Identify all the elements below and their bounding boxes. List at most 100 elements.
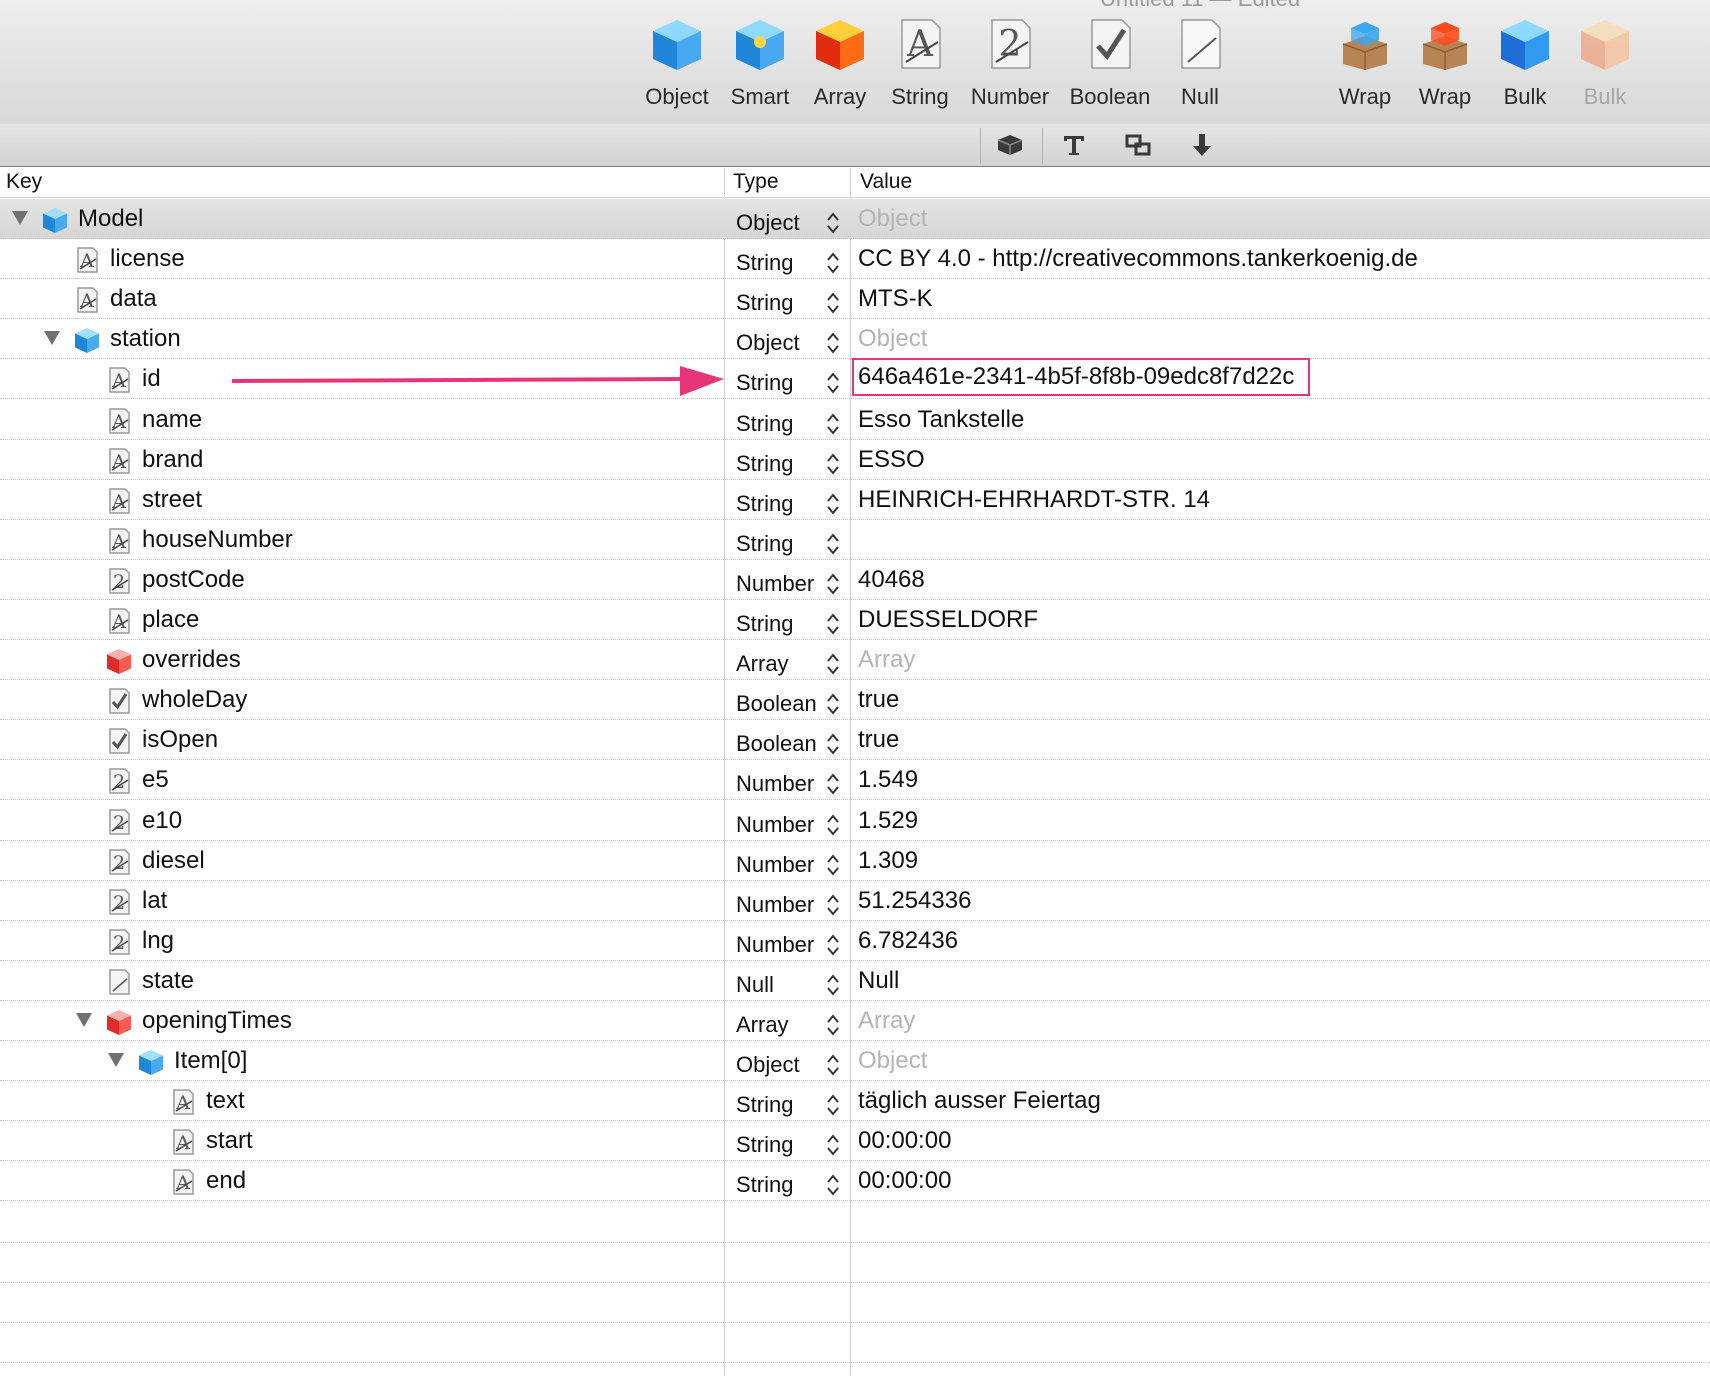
link-boxes-icon[interactable] bbox=[1106, 124, 1170, 166]
outline-row[interactable]: wholeDay Boolean true bbox=[0, 680, 1710, 720]
row-type-popup[interactable]: Number bbox=[736, 564, 814, 604]
popup-chevron-icon[interactable] bbox=[826, 330, 840, 356]
row-key[interactable]: lat bbox=[142, 881, 167, 921]
popup-chevron-icon[interactable] bbox=[826, 370, 840, 396]
outline-row[interactable]: Item[0] Object Object bbox=[0, 1041, 1710, 1081]
popup-chevron-icon[interactable] bbox=[826, 611, 840, 637]
row-value[interactable]: täglich ausser Feiertag bbox=[858, 1081, 1101, 1121]
row-value[interactable]: Null bbox=[858, 961, 899, 1001]
toolbar-button-wrap[interactable]: Wrap bbox=[1402, 16, 1488, 116]
outline-row[interactable]: station Object Object bbox=[0, 319, 1710, 359]
row-type-popup[interactable]: String bbox=[736, 484, 793, 524]
popup-chevron-icon[interactable] bbox=[826, 972, 840, 998]
row-type-popup[interactable]: String bbox=[736, 404, 793, 444]
toolbar-button-bulk[interactable]: Bulk bbox=[1562, 16, 1648, 116]
disclosure-triangle-icon[interactable] bbox=[76, 1013, 92, 1027]
text-t-icon[interactable] bbox=[1042, 124, 1106, 166]
popup-chevron-icon[interactable] bbox=[826, 250, 840, 276]
outline-row[interactable]: overrides Array Array bbox=[0, 640, 1710, 680]
row-value[interactable]: Array bbox=[858, 640, 915, 680]
row-type-popup[interactable]: Number bbox=[736, 925, 814, 965]
popup-chevron-icon[interactable] bbox=[826, 1132, 840, 1158]
outline-row[interactable]: Aplace String DUESSELDORF bbox=[0, 600, 1710, 640]
toolbar-button-string[interactable]: A String bbox=[877, 16, 963, 116]
disclosure-triangle-icon[interactable] bbox=[44, 331, 60, 345]
row-key[interactable]: Model bbox=[78, 199, 143, 239]
cube-segment-icon[interactable] bbox=[978, 124, 1042, 166]
row-type-popup[interactable]: Number bbox=[736, 885, 814, 925]
row-value[interactable]: Object bbox=[858, 319, 927, 359]
popup-chevron-icon[interactable] bbox=[826, 1012, 840, 1038]
row-value-highlighted[interactable]: 646a461e-2341-4b5f-8f8b-09edc8f7d22c bbox=[851, 358, 1311, 396]
row-type-popup[interactable]: Number bbox=[736, 845, 814, 885]
row-key[interactable]: e5 bbox=[142, 760, 169, 800]
outline-row[interactable]: Alicense String CC BY 4.0 - http://creativ… bbox=[0, 239, 1710, 279]
outline-row[interactable]: 2 lat Number 51.254336 bbox=[0, 881, 1710, 921]
popup-chevron-icon[interactable] bbox=[826, 451, 840, 477]
outline-row[interactable]: state Null Null bbox=[0, 961, 1710, 1001]
row-type-popup[interactable]: String bbox=[736, 363, 793, 403]
row-type-popup[interactable]: String bbox=[736, 524, 793, 564]
outline-row[interactable]: isOpen Boolean true bbox=[0, 720, 1710, 760]
popup-chevron-icon[interactable] bbox=[826, 731, 840, 757]
popup-chevron-icon[interactable] bbox=[826, 531, 840, 557]
outline-row[interactable]: Abrand String ESSO bbox=[0, 440, 1710, 480]
row-type-popup[interactable]: String bbox=[736, 243, 793, 283]
row-type-popup[interactable]: Object bbox=[736, 1045, 800, 1085]
row-key[interactable]: postCode bbox=[142, 560, 245, 600]
outline-row[interactable]: 2 postCode Number 40468 bbox=[0, 560, 1710, 600]
outline-row[interactable]: Astart String 00:00:00 bbox=[0, 1121, 1710, 1161]
row-key[interactable]: brand bbox=[142, 440, 203, 480]
column-header-value[interactable]: Value bbox=[860, 167, 912, 197]
popup-chevron-icon[interactable] bbox=[826, 1092, 840, 1118]
outline-row[interactable]: Astreet String HEINRICH-EHRHARDT-STR. 14 bbox=[0, 480, 1710, 520]
row-type-popup[interactable]: String bbox=[736, 1165, 793, 1205]
toolbar-button-boolean[interactable]: Boolean bbox=[1067, 16, 1153, 116]
outline-row[interactable]: AhouseNumber String bbox=[0, 520, 1710, 560]
popup-chevron-icon[interactable] bbox=[826, 892, 840, 918]
row-value[interactable]: ESSO bbox=[858, 440, 925, 480]
row-key[interactable]: place bbox=[142, 600, 199, 640]
outline-row[interactable]: 2 lng Number 6.782436 bbox=[0, 921, 1710, 961]
toolbar-button-smart[interactable]: Smart bbox=[717, 16, 803, 116]
row-key[interactable]: diesel bbox=[142, 841, 205, 881]
popup-chevron-icon[interactable] bbox=[826, 571, 840, 597]
row-type-popup[interactable]: String bbox=[736, 444, 793, 484]
row-key[interactable]: data bbox=[110, 279, 157, 319]
row-value[interactable]: 1.309 bbox=[858, 841, 918, 881]
arrow-down-icon[interactable] bbox=[1170, 124, 1234, 166]
row-type-popup[interactable]: String bbox=[736, 604, 793, 644]
row-key[interactable]: houseNumber bbox=[142, 520, 293, 560]
column-header-key[interactable]: Key bbox=[6, 167, 42, 197]
row-type-popup[interactable]: Number bbox=[736, 805, 814, 845]
row-key[interactable]: id bbox=[142, 359, 161, 399]
outline-row[interactable]: Model Object Object bbox=[0, 199, 1710, 239]
popup-chevron-icon[interactable] bbox=[826, 210, 840, 236]
row-key[interactable]: openingTimes bbox=[142, 1001, 292, 1041]
disclosure-triangle-icon[interactable] bbox=[108, 1053, 124, 1067]
outline-row[interactable]: Adata String MTS-K bbox=[0, 279, 1710, 319]
row-value[interactable]: 51.254336 bbox=[858, 881, 971, 921]
row-key[interactable]: overrides bbox=[142, 640, 241, 680]
row-value[interactable]: HEINRICH-EHRHARDT-STR. 14 bbox=[858, 480, 1210, 520]
row-key[interactable]: station bbox=[110, 319, 181, 359]
popup-chevron-icon[interactable] bbox=[826, 932, 840, 958]
row-key[interactable]: e10 bbox=[142, 801, 182, 841]
outline-row[interactable]: 2 e5 Number 1.549 bbox=[0, 760, 1710, 800]
row-key[interactable]: Item[0] bbox=[174, 1041, 247, 1081]
row-value[interactable]: MTS-K bbox=[858, 279, 933, 319]
popup-chevron-icon[interactable] bbox=[826, 771, 840, 797]
popup-chevron-icon[interactable] bbox=[826, 651, 840, 677]
row-type-popup[interactable]: Array bbox=[736, 1005, 789, 1045]
row-key[interactable]: lng bbox=[142, 921, 174, 961]
row-type-popup[interactable]: Null bbox=[736, 965, 774, 1005]
row-value[interactable]: Object bbox=[858, 1041, 927, 1081]
row-value[interactable]: Object bbox=[858, 199, 927, 239]
row-value[interactable]: 6.782436 bbox=[858, 921, 958, 961]
outline-row[interactable]: Atext String täglich ausser Feiertag bbox=[0, 1081, 1710, 1121]
disclosure-triangle-icon[interactable] bbox=[12, 211, 28, 225]
outline-row[interactable]: Aname String Esso Tankstelle bbox=[0, 400, 1710, 440]
row-key[interactable]: license bbox=[110, 239, 185, 279]
row-type-popup[interactable]: Object bbox=[736, 203, 800, 243]
row-key[interactable]: name bbox=[142, 400, 202, 440]
